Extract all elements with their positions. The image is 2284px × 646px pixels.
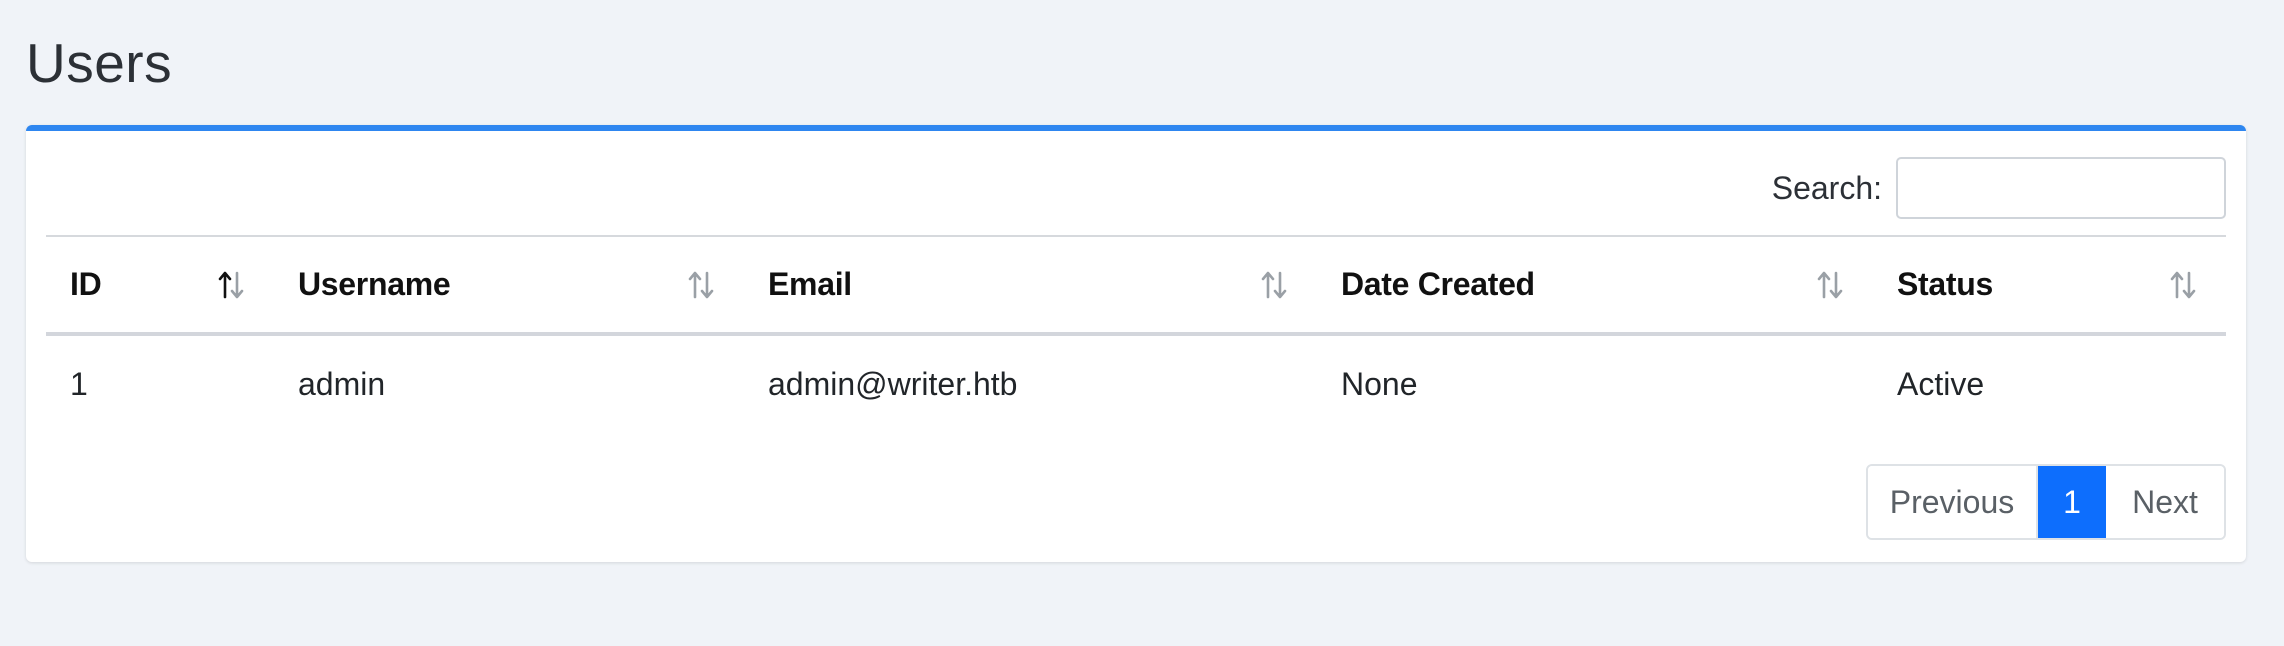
search-label: Search: <box>1771 169 1882 206</box>
column-header-label: Email <box>768 266 852 302</box>
sort-icon <box>1261 271 1287 298</box>
table-header-row: ID Username Email Date Created Status <box>46 236 2226 334</box>
search-input[interactable] <box>1896 157 2226 219</box>
users-table: ID Username Email Date Created Status 1 … <box>46 235 2226 432</box>
next-page-button[interactable]: Next <box>2106 466 2224 538</box>
sort-ascending-icon <box>218 271 244 298</box>
column-header-label: ID <box>70 266 102 302</box>
column-header-email[interactable]: Email <box>744 236 1317 334</box>
sort-icon <box>688 271 714 298</box>
table-row: 1 admin admin@writer.htb None Active <box>46 334 2226 432</box>
users-card: Search: ID Username Email Date Created S… <box>26 125 2246 562</box>
sort-icon <box>2170 271 2196 298</box>
pagination: Previous 1 Next <box>1866 464 2226 540</box>
cell-username: admin <box>298 365 386 402</box>
previous-page-button[interactable]: Previous <box>1868 466 2038 538</box>
sort-icon <box>1817 271 1843 298</box>
column-header-status[interactable]: Status <box>1873 236 2226 334</box>
cell-status: Active <box>1897 365 1985 402</box>
cell-id: 1 <box>70 365 88 402</box>
column-header-label: Username <box>298 266 451 302</box>
search-bar: Search: <box>1772 157 2226 219</box>
column-header-label: Status <box>1897 266 1993 302</box>
column-header-date-created[interactable]: Date Created <box>1317 236 1873 334</box>
cell-date-created: None <box>1341 365 1418 402</box>
column-header-label: Date Created <box>1341 266 1535 302</box>
page-1-button[interactable]: 1 <box>2038 466 2106 538</box>
cell-email: admin@writer.htb <box>768 365 1018 402</box>
column-header-id[interactable]: ID <box>46 236 274 334</box>
column-header-username[interactable]: Username <box>274 236 744 334</box>
page-title: Users <box>26 32 173 94</box>
